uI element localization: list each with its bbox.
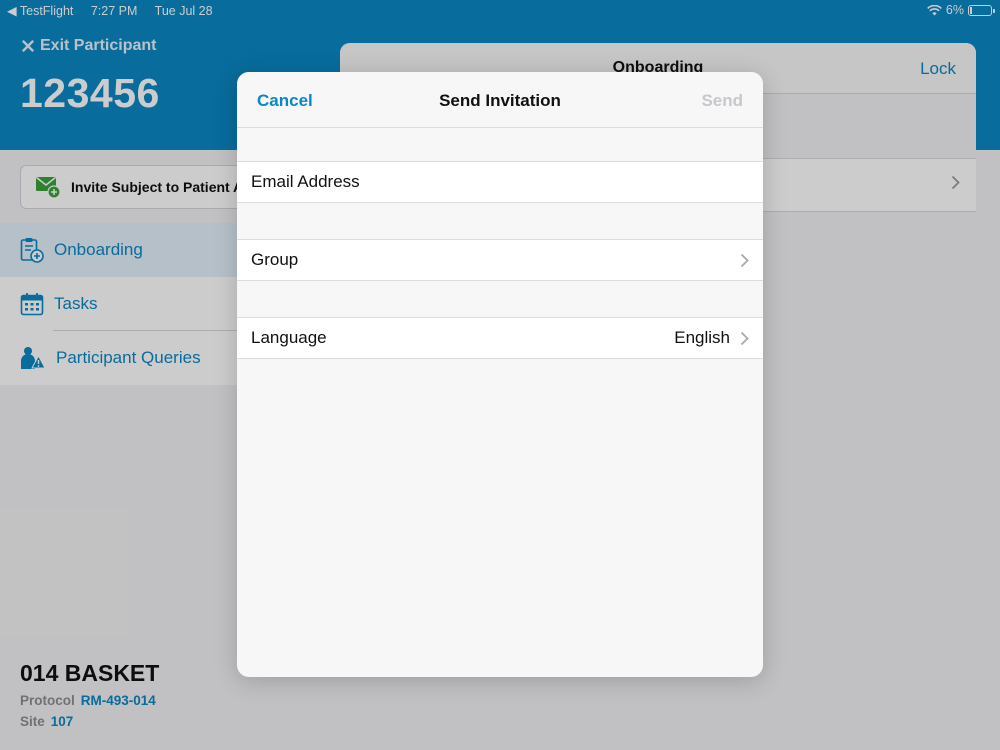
group-row[interactable]: Group [237, 239, 763, 281]
modal-nav-bar: Cancel Send Invitation Send [237, 72, 763, 128]
send-button[interactable]: Send [701, 91, 743, 111]
group-label: Group [251, 250, 299, 269]
modal-title: Send Invitation [439, 91, 561, 110]
email-field-row[interactable] [237, 161, 763, 203]
language-label: Language [251, 328, 327, 347]
chevron-right-icon [740, 253, 749, 268]
language-row[interactable]: Language English [237, 317, 763, 359]
language-value: English [674, 328, 730, 347]
chevron-right-icon [740, 331, 749, 346]
send-invitation-modal: Cancel Send Invitation Send Group Langua… [237, 72, 763, 677]
email-field[interactable] [251, 172, 731, 192]
